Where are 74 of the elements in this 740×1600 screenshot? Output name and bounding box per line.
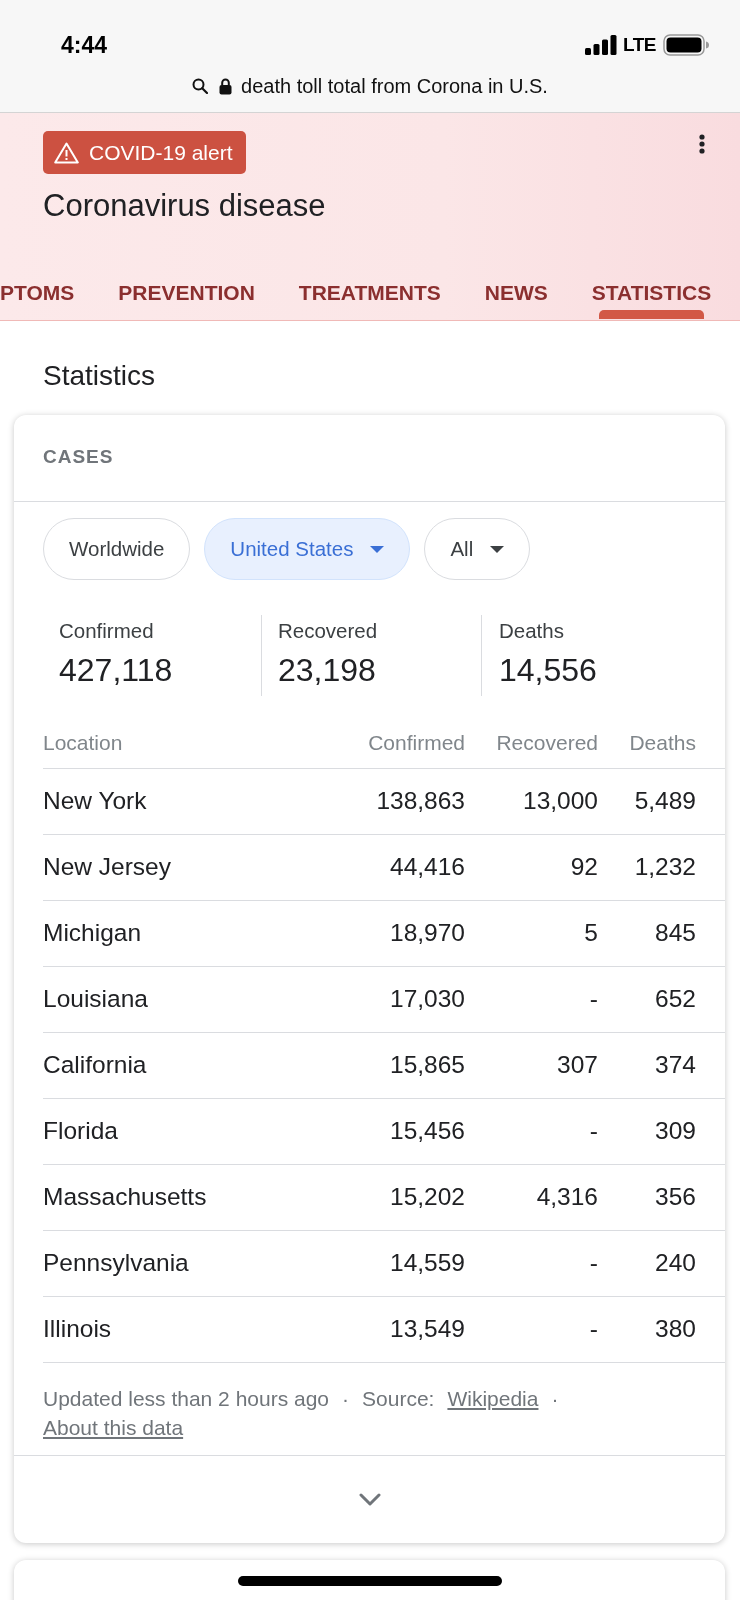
table-cell: 13,549 [330,1296,465,1362]
lock-icon [219,77,233,95]
location-cell: New York [43,768,330,834]
footer-link[interactable]: About this data [43,1412,184,1442]
table-cell: 5 [465,900,598,966]
table-cell: 138,863 [330,768,465,834]
topic-tab[interactable]: PTOMS [0,248,75,319]
table-cell: 14,559 [330,1230,465,1296]
table-cell: 92 [465,834,598,900]
table-cell: 13,000 [465,768,598,834]
stat-label: Recovered [278,619,379,643]
column-header[interactable]: Confirmed [330,718,465,768]
table-cell: 5,489 [598,768,725,834]
stat-value: 23,198 [278,651,377,689]
table-cell: - [465,966,598,1032]
table-cell: 240 [598,1230,725,1296]
table-cell: - [465,1230,598,1296]
more-options-icon[interactable] [699,134,705,154]
battery-icon [663,34,709,56]
table-cell: 652 [598,966,725,1032]
stat-label: Deaths [499,619,565,643]
stat-value: 427,118 [59,651,174,689]
filter-chip[interactable]: United States [204,518,411,580]
table-cell: 374 [598,1032,725,1098]
alert-badge: COVID-19 alert [43,131,246,174]
table-cell: 18,970 [330,900,465,966]
table-cell: - [465,1296,598,1362]
table-cell: 845 [598,900,725,966]
table-cell: 15,456 [330,1098,465,1164]
status-time: 4:44 [61,32,108,58]
topic-title: Coronavirus disease [43,188,327,224]
network-label: LTE [623,34,656,56]
section-title: Statistics [43,360,157,392]
warning-icon [54,141,79,164]
location-cell: Illinois [43,1296,330,1362]
topic-tab[interactable]: TREATMENTS [298,248,441,319]
column-header[interactable]: Location [43,718,330,768]
table-cell: 15,865 [330,1032,465,1098]
location-cell: Florida [43,1098,330,1164]
table-cell: 380 [598,1296,725,1362]
signal-icon [585,35,617,55]
address-query[interactable]: death toll total from Corona in U.S. [241,74,548,98]
card-title: CASES [14,415,725,502]
location-cell: California [43,1032,330,1098]
topic-tab[interactable]: STATISTICS [591,248,712,319]
separator-dot: · [342,1385,350,1412]
stat-value: 14,556 [499,651,598,689]
table-cell: 356 [598,1164,725,1230]
footer-link[interactable]: Wikipedia [447,1383,539,1413]
table-cell: 309 [598,1098,725,1164]
location-cell: Michigan [43,900,330,966]
filter-chip[interactable]: All [424,518,531,580]
table-cell: 307 [465,1032,598,1098]
stat-label: Confirmed [59,619,155,643]
column-header[interactable]: Deaths [598,718,725,768]
table-cell: 17,030 [330,966,465,1032]
table-cell: 4,316 [465,1164,598,1230]
table-cell: 1,232 [598,834,725,900]
search-icon [192,78,209,94]
footer-text: Source: [362,1385,435,1412]
filter-chip[interactable]: Worldwide [43,518,191,580]
chevron-down-icon[interactable] [358,1492,381,1506]
table-cell: - [465,1098,598,1164]
column-header[interactable]: Recovered [465,718,598,768]
footer-text: Updated less than 2 hours ago [43,1385,330,1412]
topic-tab[interactable]: PREVENTION [118,248,255,319]
location-cell: New Jersey [43,834,330,900]
location-cell: Massachusetts [43,1164,330,1230]
location-cell: Pennsylvania [43,1230,330,1296]
location-cell: Louisiana [43,966,330,1032]
separator-dot: · [551,1385,559,1412]
topic-tab[interactable]: NEWS [484,248,548,319]
table-cell: 44,416 [330,834,465,900]
table-cell: 15,202 [330,1164,465,1230]
